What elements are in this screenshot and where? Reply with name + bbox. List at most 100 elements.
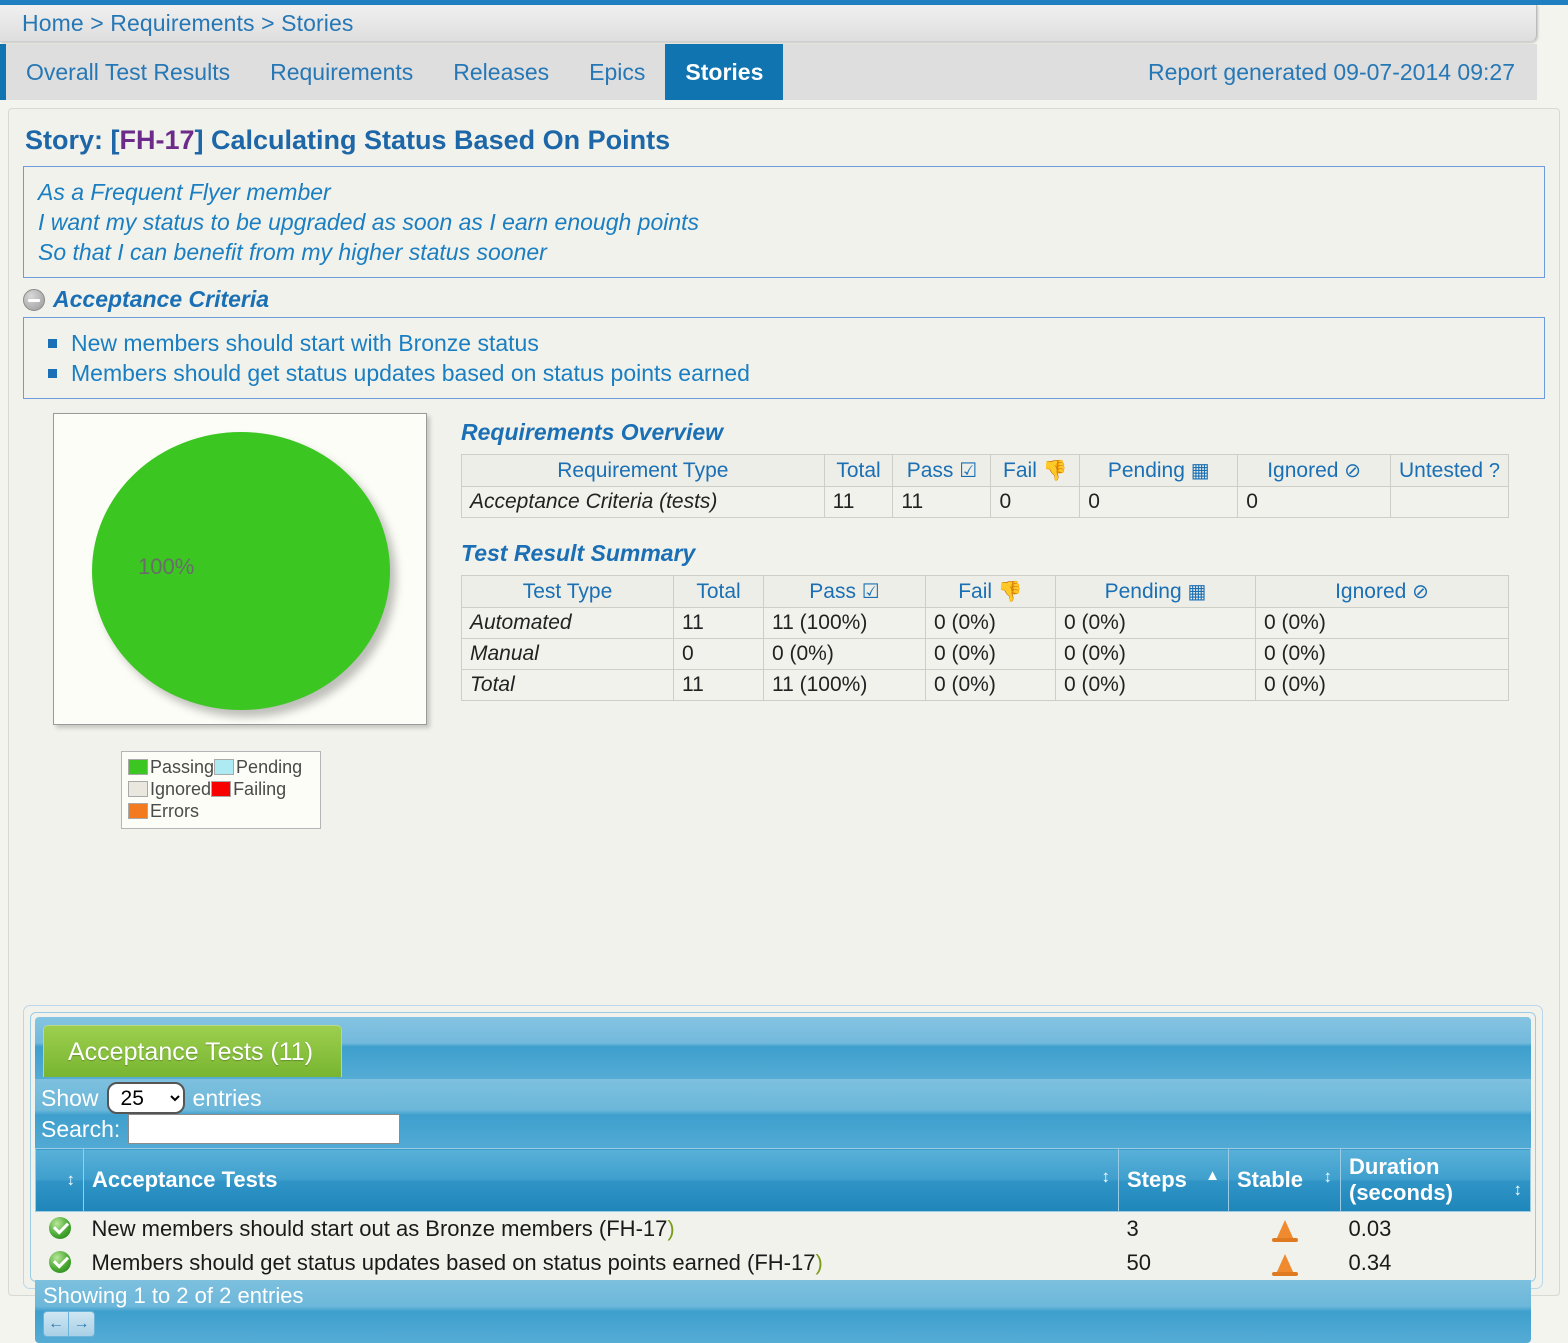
column-duration[interactable]: Duration (seconds) ↕ — [1340, 1148, 1531, 1212]
cell-pass: 11 — [892, 486, 992, 518]
cell-pass: 11 (100%) — [763, 607, 926, 639]
tab-stories[interactable]: Stories — [665, 44, 784, 100]
table-row[interactable]: Members should get status updates based … — [35, 1246, 1531, 1280]
column-total[interactable]: Total — [673, 575, 764, 608]
previous-page-button[interactable]: ← — [43, 1311, 69, 1337]
requirements-overview-heading: Requirements Overview — [461, 419, 724, 445]
test-name-text: Members should get status updates based … — [91, 1250, 816, 1275]
list-item: New members should start with Bronze sta… — [38, 328, 1530, 358]
cell-duration: 0.34 — [1340, 1246, 1531, 1280]
column-requirement-type[interactable]: Requirement Type — [461, 454, 825, 487]
tab-overall-test-results[interactable]: Overall Test Results — [6, 44, 250, 100]
test-name-text: New members should start out as Bronze m… — [91, 1216, 668, 1241]
breadcrumb: Home > Requirements > Stories — [0, 5, 1537, 42]
cell-test-name[interactable]: New members should start out as Bronze m… — [83, 1211, 1119, 1246]
search-control: Search: — [41, 1114, 1531, 1144]
cell-pending: 0 (0%) — [1055, 669, 1256, 701]
column-pass[interactable]: Pass ☑ — [763, 575, 926, 608]
table-header-row: Test Type Total Pass ☑ Fail 👎 Pending ▦ … — [461, 575, 1509, 608]
bullet-icon — [48, 339, 57, 348]
legend-item-errors: Errors — [128, 800, 199, 822]
acceptance-tests-table: ↕ Acceptance Tests ↕ Steps ▲ Stable ↕ Durat… — [35, 1148, 1531, 1280]
column-total[interactable]: Total — [823, 454, 894, 487]
traffic-cone-icon — [1271, 1220, 1298, 1242]
next-page-button[interactable]: → — [69, 1311, 95, 1337]
pass-check-icon — [48, 1217, 71, 1239]
page-title-suffix: ] Calculating Status Based On Points — [194, 125, 671, 155]
thumbs-down-icon: 👎 — [1042, 460, 1068, 482]
cell-fail: 0 — [990, 486, 1081, 518]
cell-total: 11 — [673, 607, 764, 639]
question-mark-icon: ? — [1488, 459, 1500, 482]
tab-epics[interactable]: Epics — [569, 44, 665, 100]
pass-check-icon — [48, 1251, 71, 1273]
column-acceptance-tests-label: Acceptance Tests — [92, 1167, 278, 1192]
column-pending-label: Pending — [1107, 459, 1185, 482]
report-generated-timestamp: Report generated 09-07-2014 09:27 — [1147, 58, 1515, 85]
legend-swatch-ignored — [128, 781, 148, 797]
cell-ignored: 0 (0%) — [1255, 669, 1509, 701]
cell-test-type: Manual — [461, 638, 674, 670]
column-test-type[interactable]: Test Type — [461, 575, 674, 608]
requirements-overview-table: Requirement Type Total Pass ☑ Fail 👎 Pen… — [461, 454, 1510, 518]
column-ignored[interactable]: Ignored ⊘ — [1255, 575, 1509, 608]
chart-column: 100% Passing Pending Ignored Failing Err… — [23, 413, 443, 829]
cell-stable — [1228, 1246, 1341, 1280]
column-acceptance-tests[interactable]: Acceptance Tests ↕ — [83, 1148, 1119, 1212]
search-input[interactable] — [128, 1114, 401, 1144]
story-key: FH-17 — [119, 125, 195, 155]
acceptance-criterion-text: Members should get status updates based … — [71, 360, 750, 386]
search-label: Search: — [41, 1115, 121, 1142]
cell-fail: 0 (0%) — [925, 669, 1056, 701]
column-untested[interactable]: Untested ? — [1389, 454, 1510, 487]
column-steps[interactable]: Steps ▲ — [1118, 1148, 1229, 1212]
acceptance-criterion-text: New members should start with Bronze sta… — [71, 330, 539, 356]
cell-status — [35, 1211, 84, 1246]
cell-pending: 0 (0%) — [1055, 638, 1256, 670]
legend-swatch-pending — [214, 759, 235, 775]
column-fail-label: Fail — [958, 580, 993, 603]
story-narrative: As a Frequent Flyer member I want my sta… — [23, 166, 1545, 278]
column-status[interactable]: ↕ — [35, 1148, 84, 1212]
column-ignored[interactable]: Ignored ⊘ — [1237, 454, 1391, 487]
column-duration-line2: (seconds) — [1349, 1180, 1453, 1205]
column-fail[interactable]: Fail 👎 — [990, 454, 1081, 487]
entries-per-page-select[interactable]: 25 — [106, 1082, 185, 1114]
legend-row: Errors — [128, 800, 314, 822]
column-pending[interactable]: Pending ▦ — [1079, 454, 1239, 487]
tab-releases[interactable]: Releases — [433, 44, 569, 100]
acceptance-tests-panel: Acceptance Tests (11) Show 25 entries Se… — [23, 1005, 1543, 1343]
cell-ignored: 0 (0%) — [1255, 607, 1509, 639]
table-footer: Showing 1 to 2 of 2 entries ← → — [35, 1280, 1531, 1343]
acceptance-criteria-list: New members should start with Bronze sta… — [23, 317, 1545, 399]
cell-ignored: 0 — [1237, 486, 1391, 518]
test-result-summary-heading: Test Result Summary — [461, 540, 696, 566]
collapse-minus-icon[interactable] — [23, 288, 45, 311]
breadcrumb-text[interactable]: Home > Requirements > Stories — [22, 10, 353, 37]
legend-label-pending: Pending — [236, 756, 303, 777]
legend-label-ignored: Ignored — [150, 778, 212, 799]
legend-item-ignored: Ignored — [128, 778, 211, 800]
cell-pass: 0 (0%) — [763, 638, 926, 670]
cell-total: 0 — [673, 638, 764, 670]
cell-total: 11 — [823, 486, 894, 518]
check-box-icon: ☑ — [959, 460, 978, 482]
column-stable[interactable]: Stable ↕ — [1228, 1148, 1341, 1212]
legend-item-pending: Pending — [214, 756, 302, 778]
acceptance-criteria-header[interactable]: Acceptance Criteria — [23, 286, 1545, 313]
tab-acceptance-tests[interactable]: Acceptance Tests (11) — [43, 1025, 343, 1077]
table-row: Total 11 11 (100%) 0 (0%) 0 (0%) 0 (0%) — [461, 669, 1509, 701]
traffic-cone-icon — [1271, 1254, 1298, 1276]
cell-test-type: Automated — [461, 607, 674, 639]
sort-both-icon: ↕ — [66, 1170, 76, 1189]
column-pending[interactable]: Pending ▦ — [1055, 575, 1256, 608]
main-content: Story: [FH-17] Calculating Status Based … — [8, 108, 1560, 1343]
tab-requirements[interactable]: Requirements — [250, 44, 433, 100]
list-item: Members should get status updates based … — [38, 358, 1530, 388]
column-pass[interactable]: Pass ☑ — [892, 454, 992, 487]
tables-column: Requirements Overview Requirement Type T… — [453, 413, 1545, 829]
cell-status — [35, 1246, 84, 1280]
cell-test-name[interactable]: Members should get status updates based … — [83, 1246, 1119, 1280]
column-fail[interactable]: Fail 👎 — [925, 575, 1056, 608]
table-row[interactable]: New members should start out as Bronze m… — [35, 1211, 1531, 1246]
